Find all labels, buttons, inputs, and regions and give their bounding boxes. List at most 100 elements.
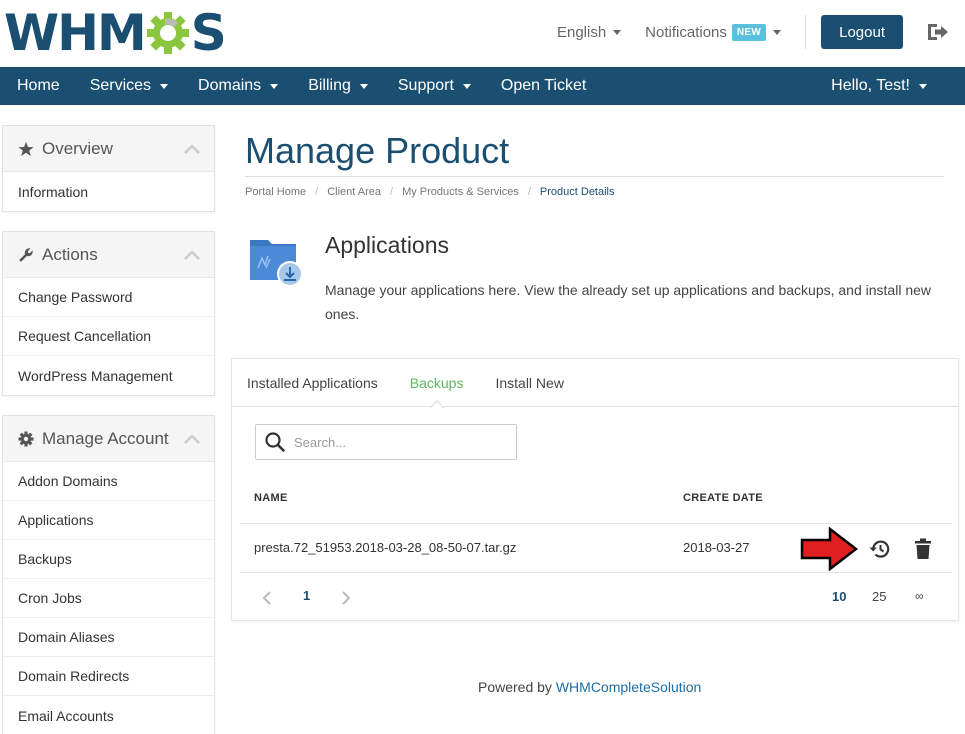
sidebar-item-cron-jobs[interactable]: Cron Jobs: [3, 579, 214, 618]
sidebar-item-applications[interactable]: Applications: [3, 501, 214, 540]
tab-install-new[interactable]: Install New: [495, 359, 563, 407]
nav-label: Home: [17, 77, 60, 94]
sidebar-item-domain-redirects[interactable]: Domain Redirects: [3, 657, 214, 696]
star-icon: [18, 141, 34, 156]
nav-home[interactable]: Home: [0, 67, 75, 105]
sign-out-icon[interactable]: [925, 22, 953, 42]
logo-text-right: S: [190, 4, 227, 62]
language-label: English: [556, 23, 607, 41]
sidebar-item-addon-domains[interactable]: Addon Domains: [3, 462, 214, 501]
title-divider: [245, 176, 944, 177]
panel-title: Manage Account: [42, 428, 169, 448]
caret-down-icon: [359, 83, 368, 89]
notifications-menu[interactable]: Notifications NEW: [645, 23, 782, 41]
caret-down-icon: [919, 83, 927, 89]
caret-down-icon: [462, 83, 471, 89]
sidebar-item-request-cancellation[interactable]: Request Cancellation: [3, 317, 214, 356]
caret-down-icon: [613, 29, 622, 35]
section-description: Manage your applications here. View the …: [325, 282, 932, 322]
per-page-all[interactable]: ∞: [915, 589, 924, 603]
caret-down-icon: [270, 83, 279, 89]
per-page-25[interactable]: 25: [872, 589, 886, 604]
chevron-up-icon[interactable]: [184, 143, 200, 154]
breadcrumb-separator: /: [390, 186, 394, 198]
logout-button[interactable]: Logout: [821, 15, 903, 49]
breadcrumb-client-area[interactable]: Client Area: [327, 186, 381, 198]
nav-label: Open Ticket: [500, 77, 587, 94]
sidebar-panel-actions: Actions Change Password Request Cancella…: [2, 231, 215, 396]
trash-icon[interactable]: [914, 538, 932, 560]
notifications-label: Notifications: [645, 23, 727, 41]
footer-link[interactable]: WHMCompleteSolution: [556, 679, 702, 695]
tab-backups[interactable]: Backups: [410, 359, 463, 409]
logo-gear-icon: [146, 12, 189, 54]
top-right-menu: English Notifications NEW Logout: [557, 15, 965, 49]
breadcrumb: Portal Home / Client Area / My Products …: [245, 186, 615, 198]
column-header-name[interactable]: NAME: [254, 492, 288, 504]
table-divider: [240, 523, 952, 524]
nav-label: Domains: [198, 77, 262, 94]
red-arrow-annotation-icon: [800, 527, 858, 571]
panel-header-manage-account[interactable]: Manage Account: [3, 416, 214, 462]
restore-history-icon[interactable]: [868, 537, 892, 561]
nav-label: Services: [89, 77, 152, 94]
panel-header-actions[interactable]: Actions: [3, 232, 214, 278]
wrench-icon: [19, 247, 33, 262]
backup-name: presta.72_51953.2018-03-28_08-50-07.tar.…: [254, 540, 517, 555]
gear-icon: [18, 431, 34, 446]
nav-label: Billing: [308, 77, 351, 94]
tab-bar: Installed Applications Backups Install N…: [232, 359, 958, 409]
footer: Powered by WHMCompleteSolution: [478, 679, 701, 695]
pagination-page-1[interactable]: 1: [303, 588, 310, 603]
panel-header-overview[interactable]: Overview: [3, 126, 214, 172]
language-selector[interactable]: English: [556, 23, 622, 41]
sidebar-item-domain-aliases[interactable]: Domain Aliases: [3, 618, 214, 657]
sidebar-item-backups[interactable]: Backups: [3, 540, 214, 579]
page-title: Manage Product: [245, 130, 510, 171]
nav-support[interactable]: Support: [383, 67, 486, 105]
chevron-left-icon[interactable]: [260, 590, 274, 606]
chevron-up-icon[interactable]: [184, 433, 200, 444]
tab-installed-applications[interactable]: Installed Applications: [247, 359, 378, 407]
sidebar-item-change-password[interactable]: Change Password: [3, 278, 214, 317]
nav-billing[interactable]: Billing: [293, 67, 383, 105]
footer-powered-by: Powered by: [478, 679, 552, 695]
search-icon: [265, 432, 285, 452]
chevron-right-icon[interactable]: [339, 590, 353, 606]
backup-create-date: 2018-03-27: [683, 540, 750, 555]
whmcs-logo[interactable]: WHM S: [4, 4, 227, 62]
sidebar-panel-overview: Overview Information: [2, 125, 215, 212]
search-box: [255, 424, 517, 460]
nav-user-menu[interactable]: Hello, Test!: [816, 67, 965, 105]
logo-text-left: WHM: [4, 4, 147, 62]
chevron-up-icon[interactable]: [184, 249, 200, 260]
section-title: Applications: [325, 232, 450, 258]
nav-open-ticket[interactable]: Open Ticket: [486, 67, 601, 105]
caret-down-icon: [160, 83, 169, 89]
nav-services[interactable]: Services: [75, 67, 183, 105]
sidebar-item-information[interactable]: Information: [3, 172, 214, 211]
sidebar-item-wordpress-management[interactable]: WordPress Management: [3, 356, 214, 395]
panel-title: Actions: [42, 244, 98, 264]
breadcrumb-product-details: Product Details: [539, 186, 615, 198]
sidebar-panel-manage-account: Manage Account Addon Domains Application…: [2, 415, 215, 734]
main-navbar: Home Services Domains Billing Support Op…: [0, 67, 965, 105]
nav-domains[interactable]: Domains: [183, 67, 293, 105]
caret-down-icon: [773, 29, 782, 35]
table-divider: [240, 572, 952, 573]
search-input[interactable]: [294, 434, 494, 450]
user-greeting: Hello, Test!: [831, 77, 910, 94]
per-page-10[interactable]: 10: [832, 589, 846, 604]
applications-folder-icon: [250, 240, 303, 287]
backups-card: Installed Applications Backups Install N…: [231, 358, 959, 621]
new-badge: NEW: [731, 23, 767, 41]
breadcrumb-my-products[interactable]: My Products & Services: [402, 186, 519, 198]
column-header-create-date[interactable]: CREATE DATE: [683, 492, 763, 504]
top-header: WHM S English Notifications NEW Logout: [0, 0, 965, 67]
breadcrumb-portal-home[interactable]: Portal Home: [245, 186, 306, 198]
sidebar-item-email-accounts[interactable]: Email Accounts: [3, 696, 214, 734]
header-divider: [805, 15, 807, 49]
nav-label: Support: [397, 77, 454, 94]
breadcrumb-separator: /: [527, 186, 531, 198]
breadcrumb-separator: /: [315, 186, 319, 198]
